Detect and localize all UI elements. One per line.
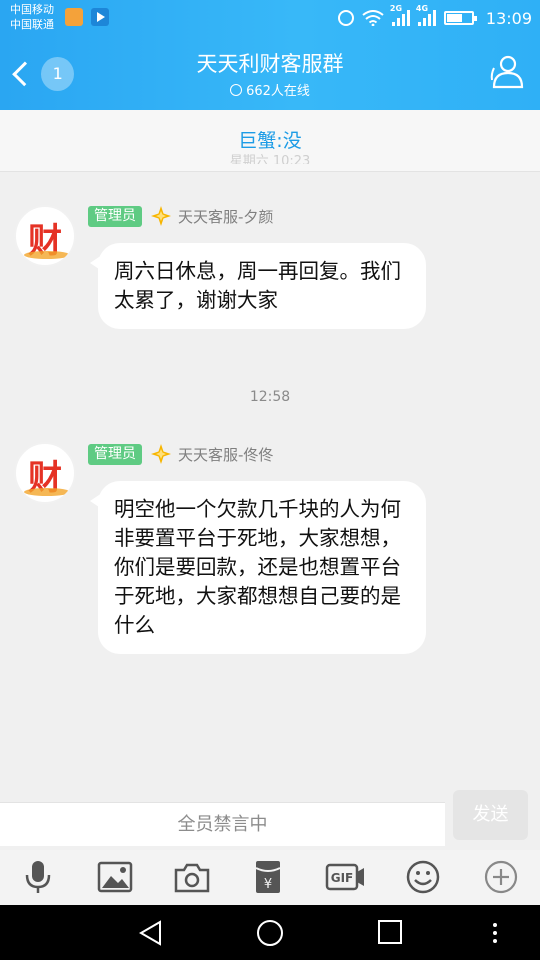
carrier-2: 中国联通 — [10, 18, 54, 31]
avatar-logo-accent — [24, 488, 70, 496]
online-status-icon — [230, 84, 243, 96]
message-bubble[interactable]: 周六日休息，周一再回复。我们太累了，谢谢大家 — [90, 243, 426, 329]
signal-4g-icon: 4G — [416, 4, 436, 26]
message-bubble[interactable]: 明空他一个欠款几千块的人为何非要置平台于死地，大家想想，你们是要回款，还是也想置… — [90, 481, 426, 654]
carrier-1: 中国移动 — [10, 3, 54, 16]
red-packet-icon[interactable]: ¥ — [248, 858, 288, 896]
notification-app-icon — [65, 8, 83, 26]
online-text: 662人在线 — [246, 84, 310, 99]
avatar[interactable]: 财 — [14, 205, 76, 267]
net-label-1: 2G — [389, 4, 403, 13]
group-title[interactable]: 天天利财客服群 — [0, 48, 540, 78]
notice-subtitle: 星期六 10:23 — [229, 154, 311, 164]
image-icon[interactable] — [95, 858, 135, 896]
microphone-icon[interactable] — [18, 858, 58, 896]
message-meta: 管理员 天天客服-佟佟 — [88, 443, 273, 465]
nav-recents-icon[interactable] — [375, 919, 405, 947]
camera-icon[interactable] — [172, 858, 212, 896]
status-bar: 中国移动 中国联通 2G 4G 13:09 — [0, 0, 540, 36]
nav-menu-icon[interactable] — [480, 919, 510, 947]
battery-icon — [443, 11, 477, 25]
avatar-logo-accent — [24, 251, 70, 259]
net-label-2: 4G — [415, 4, 429, 13]
input-row: 全员禁言中 发送 — [0, 790, 540, 850]
status-time: 13:09 — [485, 8, 532, 28]
admin-badge: 管理员 — [88, 205, 142, 227]
signal-2g-icon: 2G — [390, 4, 410, 26]
muted-input-field: 全员禁言中 — [0, 802, 445, 846]
navigation-bar — [0, 905, 540, 960]
carrier-info: 中国移动 中国联通 — [10, 2, 54, 32]
gif-icon[interactable]: GIF — [325, 858, 365, 896]
svg-text:¥: ¥ — [264, 877, 272, 892]
admin-badge: 管理员 — [88, 443, 142, 465]
star-icon — [151, 444, 171, 464]
sender-name: 天天客服-夕颜 — [178, 207, 274, 226]
notice-title: 巨蟹:没 — [238, 130, 302, 152]
online-count: 662人在线 — [0, 80, 540, 99]
status-icons: 2G 4G 13:09 — [337, 4, 532, 30]
send-button[interactable]: 发送 — [453, 790, 528, 840]
emoji-icon[interactable] — [403, 858, 443, 896]
pinned-notice[interactable]: 巨蟹:没 星期六 10:23 — [0, 110, 540, 172]
plus-icon[interactable] — [481, 858, 521, 896]
message-timestamp: 12:58 — [249, 389, 291, 405]
message-meta: 管理员 天天客服-夕颜 — [88, 205, 273, 227]
star-icon — [151, 206, 171, 226]
nav-home-icon[interactable] — [255, 919, 285, 947]
wifi-icon — [362, 10, 384, 26]
avatar[interactable]: 财 — [14, 442, 76, 504]
gif-label: GIF — [331, 871, 354, 885]
video-app-icon — [91, 8, 109, 26]
group-members-icon[interactable] — [488, 54, 526, 90]
top-bar: 中国移动 中国联通 2G 4G 13:09 1 天天利财客服群 662人在线 — [0, 0, 540, 110]
sender-name: 天天客服-佟佟 — [178, 445, 274, 464]
alarm-icon — [337, 10, 354, 26]
nav-back-icon[interactable] — [136, 919, 166, 947]
input-toolbar: ¥ GIF — [0, 850, 540, 905]
